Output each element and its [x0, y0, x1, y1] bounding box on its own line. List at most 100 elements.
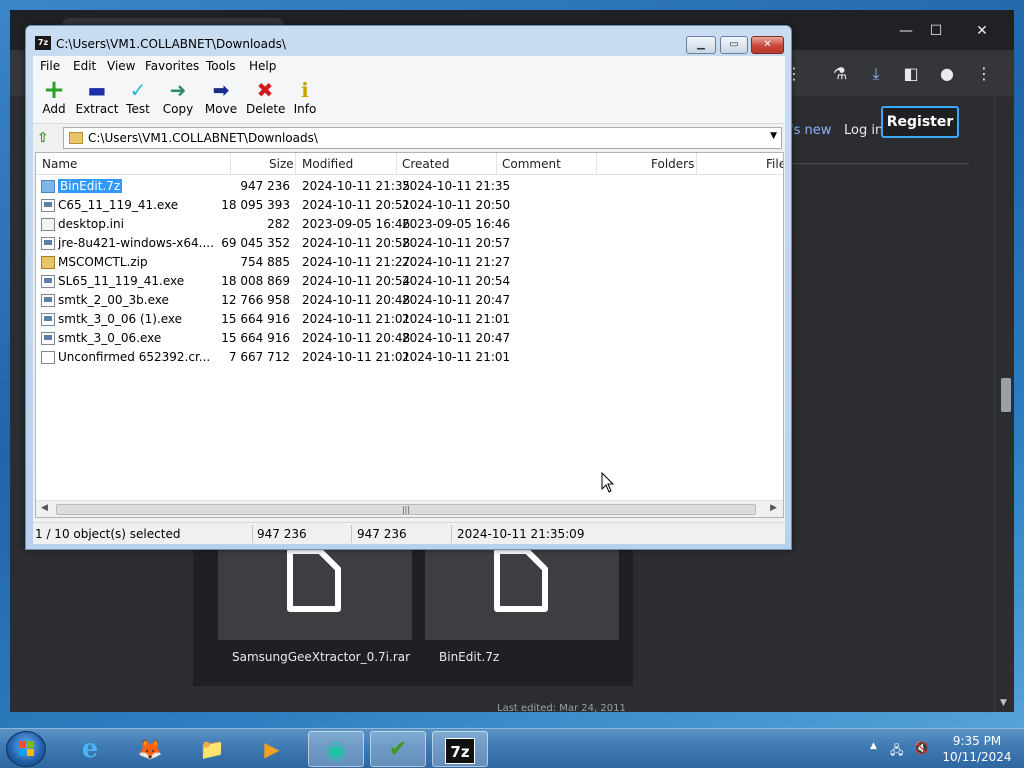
copy-label: Copy [162, 102, 194, 116]
file-row[interactable]: Unconfirmed 652392.cr... 7 667 712 2024-10… [36, 348, 783, 367]
file-explorer-icon[interactable]: 📁 [184, 731, 240, 767]
whats-new-link[interactable]: 's new [790, 123, 831, 138]
volume-muted-icon[interactable]: 🔇 [914, 741, 929, 755]
attachment-tile[interactable] [425, 545, 619, 640]
file-modified: 2024-10-11 21:01 [302, 312, 411, 326]
column-modified[interactable]: Modified [302, 157, 353, 171]
status-selection: 1 / 10 object(s) selected [35, 527, 181, 541]
column-divider[interactable] [496, 153, 497, 175]
status-divider [351, 525, 352, 543]
file-created: 2024-10-11 21:35 [402, 179, 511, 193]
path-combobox[interactable]: C:\Users\VM1.COLLABNET\Downloads\ ▼ [63, 127, 782, 149]
file-row[interactable]: MSCOMCTL.zip 754 885 2024-10-11 21:27 2024-… [36, 253, 783, 272]
column-created[interactable]: Created [402, 157, 450, 171]
column-divider[interactable] [295, 153, 296, 175]
taskbar-app-checklist-icon[interactable]: ✔ [370, 731, 426, 767]
network-icon[interactable]: 🖧 [890, 741, 903, 762]
sevenzip-taskbar-button[interactable]: 7z [432, 731, 488, 767]
file-modified: 2024-10-11 21:35 [302, 179, 411, 193]
file-modified: 2024-10-11 21:27 [302, 255, 411, 269]
menu-favorites[interactable]: Favorites [145, 59, 199, 73]
media-player-icon[interactable]: ▶ [244, 731, 300, 767]
system-clock[interactable]: 9:35 PM 10/11/2024 [938, 733, 1016, 765]
column-comment[interactable]: Comment [502, 157, 561, 171]
column-divider[interactable] [396, 153, 397, 175]
scrollbar-thumb[interactable]: ||| [56, 504, 756, 515]
firefox-icon[interactable]: 🦊 [122, 731, 178, 767]
info-button[interactable]: ℹ Info [292, 78, 318, 122]
browser-close-button[interactable]: ✕ [962, 18, 1002, 44]
column-divider[interactable] [596, 153, 597, 175]
move-button[interactable]: ➡ Move [204, 78, 238, 122]
file-row[interactable]: desktop.ini 282 2023-09-05 16:46 2023-09-05… [36, 215, 783, 234]
test-button[interactable]: ✓ Test [123, 78, 153, 122]
move-label: Move [204, 102, 238, 116]
scroll-down-arrow-icon[interactable]: ▼ [1000, 698, 1007, 708]
tray-expand-icon[interactable]: ▲ [870, 741, 877, 751]
start-button[interactable] [6, 731, 46, 767]
file-modified: 2024-10-11 21:01 [302, 350, 411, 364]
file-size: 18 095 393 [221, 198, 290, 212]
column-name[interactable]: Name [42, 157, 77, 171]
status-bar: 1 / 10 object(s) selected 947 236 947 23… [33, 522, 785, 544]
file-row[interactable]: BinEdit.7z 947 236 2024-10-11 21:35 2024-10… [36, 177, 783, 196]
file-size: 947 236 [240, 179, 290, 193]
chevron-down-icon[interactable]: ▼ [770, 131, 777, 141]
scroll-left-arrow-icon[interactable]: ◀ [41, 503, 48, 513]
status-divider [451, 525, 452, 543]
file-row[interactable]: smtk_3_0_06 (1).exe 15 664 916 2024-10-11 … [36, 310, 783, 329]
file-list[interactable]: Name Size Modified Created Comment Folde… [35, 152, 784, 518]
profile-avatar-icon[interactable]: ● [935, 62, 959, 86]
extract-label: Extract [75, 102, 119, 116]
browser-scrollbar[interactable]: ▼ [994, 96, 1014, 712]
copy-button[interactable]: ➜ Copy [162, 78, 194, 122]
column-size[interactable]: Size [269, 157, 294, 171]
up-folder-icon[interactable]: ⇧ [37, 130, 55, 146]
login-link[interactable]: Log in [844, 123, 883, 138]
minimize-button[interactable]: ▁ [686, 36, 716, 54]
internet-explorer-icon[interactable]: e [62, 731, 118, 767]
scrollbar-thumb[interactable] [1001, 378, 1011, 412]
menu-edit[interactable]: Edit [73, 59, 96, 73]
file-row[interactable]: C65_11_119_41.exe 18 095 393 2024-10-11 20… [36, 196, 783, 215]
file-row[interactable]: jre-8u421-windows-x64.... 69 045 352 2024-… [36, 234, 783, 253]
file-name: smtk_3_0_06.exe [58, 331, 162, 345]
menu-view[interactable]: View [107, 59, 135, 73]
extract-button[interactable]: ▬ Extract [75, 78, 119, 122]
labs-flask-icon[interactable]: ⚗ [828, 62, 852, 86]
file-row[interactable]: smtk_3_0_06.exe 15 664 916 2024-10-11 20:4… [36, 329, 783, 348]
close-button[interactable]: ✕ [751, 36, 784, 54]
file-size: 7 667 712 [228, 350, 290, 364]
executable-file-icon [41, 199, 55, 212]
column-divider[interactable] [696, 153, 697, 175]
file-icon [41, 351, 55, 364]
more-menu-icon[interactable]: ⋮ [972, 62, 996, 86]
maximize-button[interactable]: ▭ [720, 36, 748, 54]
menu-help[interactable]: Help [249, 59, 276, 73]
column-folders[interactable]: Folders [651, 157, 694, 171]
file-name: MSCOMCTL.zip [58, 255, 148, 269]
register-button[interactable]: Register [881, 106, 959, 138]
add-button[interactable]: + Add [37, 77, 71, 122]
menu-tools[interactable]: Tools [206, 59, 236, 73]
file-modified: 2024-10-11 20:58 [302, 236, 411, 250]
horizontal-scrollbar[interactable]: ◀ ||| ▶ [36, 500, 783, 517]
side-panel-icon[interactable]: ◧ [899, 62, 923, 86]
taskbar-app-green-icon[interactable]: ◉ [308, 731, 364, 767]
browser-maximize-button[interactable]: ☐ [916, 18, 956, 44]
file-created: 2023-09-05 16:46 [402, 217, 511, 231]
file-row[interactable]: smtk_2_00_3b.exe 12 766 958 2024-10-11 20:… [36, 291, 783, 310]
file-row[interactable]: SL65_11_119_41.exe 18 008 869 2024-10-11 2… [36, 272, 783, 291]
sevenzip-icon: 7z [445, 738, 475, 764]
attachment-label[interactable]: BinEdit.7z [439, 650, 499, 664]
menu-file[interactable]: File [40, 59, 60, 73]
attachment-tile[interactable] [218, 545, 412, 640]
executable-file-icon [41, 237, 55, 250]
scroll-right-arrow-icon[interactable]: ▶ [770, 503, 777, 513]
path-text[interactable]: C:\Users\VM1.COLLABNET\Downloads\ [88, 131, 318, 145]
column-divider[interactable] [230, 153, 231, 175]
download-icon[interactable]: ⤓ [864, 62, 888, 86]
delete-button[interactable]: ✖ Delete [246, 78, 285, 122]
attachment-label[interactable]: SamsungGeeXtractor_0.7i.rar [232, 650, 410, 664]
column-files[interactable]: File [766, 157, 783, 171]
